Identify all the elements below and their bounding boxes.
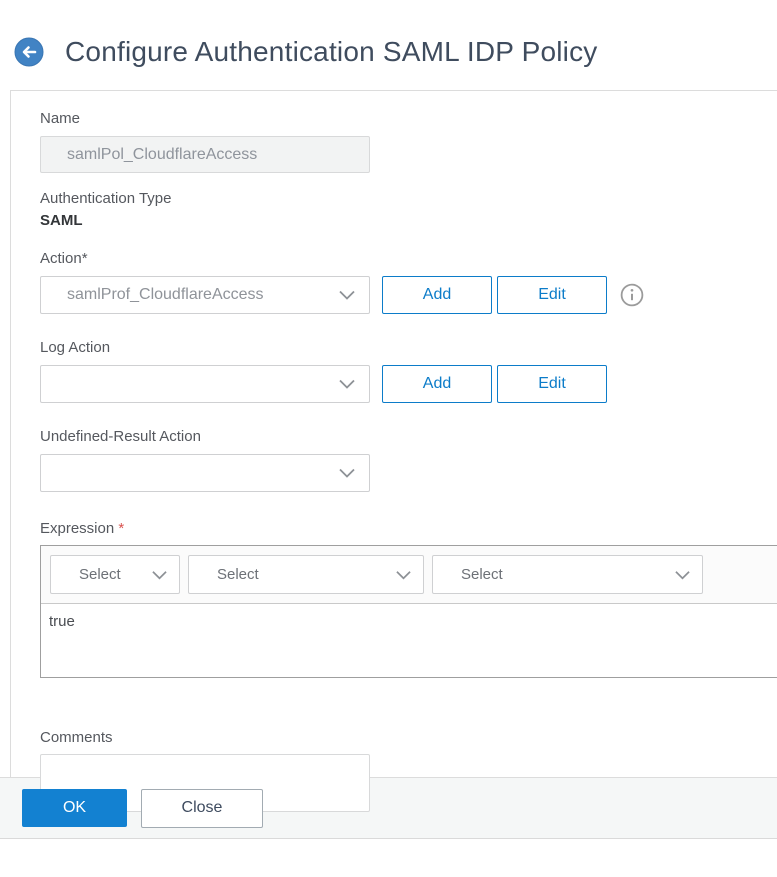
page-header: Configure Authentication SAML IDP Policy (0, 0, 777, 90)
name-label: Name (40, 110, 81, 127)
chevron-down-icon (152, 570, 167, 580)
action-edit-button[interactable]: Edit (497, 276, 607, 314)
expression-toolbar: Select Select Select (41, 546, 777, 604)
log-action-select[interactable] (40, 365, 370, 403)
authentication-type-label: Authentication Type (40, 190, 172, 207)
expression-operand-select-2[interactable]: Select (188, 555, 424, 594)
expression-operand-select-3[interactable]: Select (432, 555, 703, 594)
log-action-add-button[interactable]: Add (382, 365, 492, 403)
action-select-value: samlProf_CloudflareAccess (67, 286, 264, 303)
expression-label-text: Expression (40, 520, 115, 537)
log-action-row: Add Edit (40, 365, 777, 403)
expression-operand-select-1[interactable]: Select (50, 555, 180, 594)
ok-button[interactable]: OK (22, 789, 127, 827)
required-asterisk: * (118, 520, 125, 537)
info-icon[interactable] (620, 283, 644, 307)
arrow-left-icon (14, 37, 44, 67)
undefined-result-action-label: Undefined-Result Action (40, 428, 201, 445)
expression-select-2-value: Select (217, 566, 259, 583)
chevron-down-icon (339, 379, 355, 389)
log-action-label: Log Action (40, 339, 111, 356)
action-add-button[interactable]: Add (382, 276, 492, 314)
expression-select-3-value: Select (461, 566, 503, 583)
undefined-result-action-select[interactable] (40, 454, 370, 492)
action-select[interactable]: samlProf_CloudflareAccess (40, 276, 370, 314)
action-row: samlProf_CloudflareAccess Add Edit (40, 276, 777, 314)
chevron-down-icon (675, 570, 690, 580)
name-input[interactable] (40, 136, 370, 173)
log-action-edit-button[interactable]: Edit (497, 365, 607, 403)
chevron-down-icon (396, 570, 411, 580)
form-panel: Name Authentication Type SAML Action* sa… (10, 90, 777, 812)
chevron-down-icon (339, 290, 355, 300)
chevron-down-icon (339, 468, 355, 478)
expression-text-input[interactable]: true (41, 604, 777, 677)
expression-label: Expression * (40, 519, 777, 538)
expression-section: Expression * Select Select Select true (40, 519, 777, 678)
expression-editor: Select Select Select true (40, 545, 777, 678)
action-label: Action* (40, 250, 88, 267)
back-button[interactable] (14, 37, 44, 67)
expression-select-1-value: Select (79, 566, 121, 583)
comments-label: Comments (40, 729, 113, 746)
close-button[interactable]: Close (141, 788, 263, 828)
page-title: Configure Authentication SAML IDP Policy (65, 36, 598, 67)
authentication-type-value: SAML (40, 212, 83, 229)
